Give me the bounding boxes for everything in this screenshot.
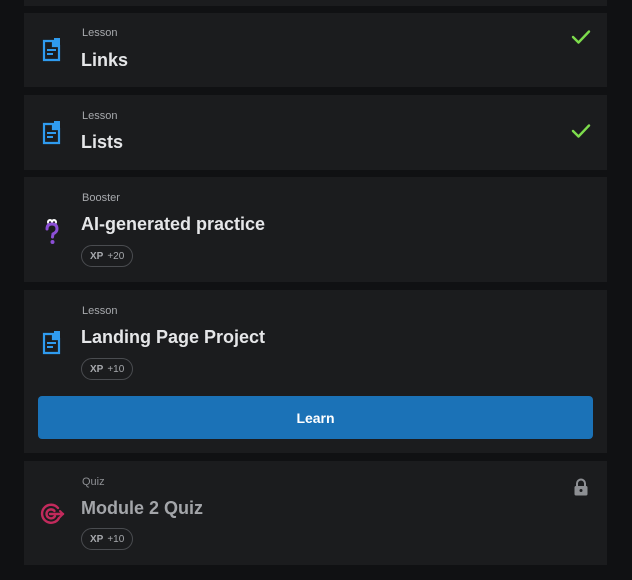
module-lesson-list: Lesson Links Lesson Lists Booster AI-gen… <box>0 0 632 580</box>
xp-value: +20 <box>107 250 125 262</box>
item-title: Links <box>81 50 129 70</box>
item-type-label: Booster <box>82 192 120 204</box>
xp-badge: XP +10 <box>81 528 134 550</box>
xp-label: XP <box>90 363 104 375</box>
quiz-card-module-2[interactable]: Quiz Module 2 Quiz XP +10 <box>24 461 607 565</box>
question-mark-icon <box>39 217 65 247</box>
lesson-document-icon <box>39 35 65 65</box>
learn-button[interactable]: Learn <box>38 396 593 439</box>
item-title: Landing Page Project <box>81 327 266 347</box>
lesson-document-icon <box>39 328 65 358</box>
item-type-label: Lesson <box>82 27 118 39</box>
lesson-card-links[interactable]: Lesson Links <box>24 13 607 87</box>
target-icon <box>39 499 65 529</box>
xp-label: XP <box>90 250 104 262</box>
previous-card-edge <box>24 0 607 6</box>
xp-badge: XP +20 <box>81 245 134 267</box>
xp-label: XP <box>90 533 104 545</box>
xp-badge: XP +10 <box>81 358 134 380</box>
completed-check-icon <box>571 124 591 138</box>
item-title: Module 2 Quiz <box>81 498 204 518</box>
item-title: AI-generated practice <box>81 214 266 234</box>
lesson-card-landing-page-project[interactable]: Lesson Landing Page Project XP +10 Learn <box>24 290 607 453</box>
lesson-document-icon <box>39 118 65 148</box>
item-type-label: Quiz <box>82 476 105 488</box>
completed-check-icon <box>571 30 591 44</box>
xp-value: +10 <box>107 533 125 545</box>
item-title: Lists <box>81 132 124 152</box>
item-type-label: Lesson <box>82 305 118 317</box>
booster-card-ai-practice[interactable]: Booster AI-generated practice XP +20 <box>24 177 607 282</box>
item-type-label: Lesson <box>82 110 118 122</box>
lesson-card-lists[interactable]: Lesson Lists <box>24 95 607 170</box>
lock-icon <box>574 478 588 496</box>
xp-value: +10 <box>107 363 125 375</box>
